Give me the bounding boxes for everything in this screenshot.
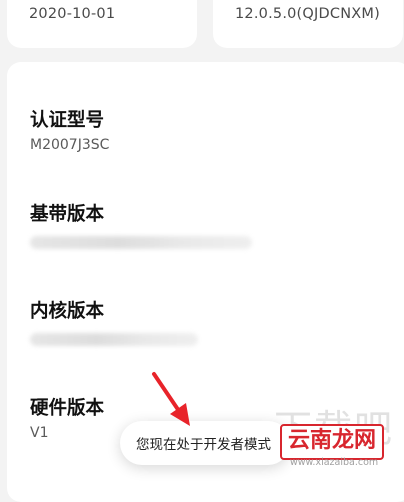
watermark: 下载吧 云南龙网 www.xiazaiba.com [272,400,404,469]
model-value: M2007J3SC [30,137,110,153]
baseband-value-blurred [30,236,252,249]
hardware-value: V1 [30,425,49,441]
baseband-label: 基带版本 [30,204,105,225]
developer-mode-toast: 您现在处于开发者模式 [120,421,290,465]
baseband-item[interactable]: 基带版本 [30,203,252,249]
watermark-url: www.xiazaiba.com [290,457,379,468]
kernel-value-blurred [30,333,198,346]
watermark-badge: 云南龙网 [280,424,385,460]
date-value: 2020-10-01 [29,6,116,22]
version-card: 12.0.5.0(QJDCNXM) [213,0,403,48]
version-value: 12.0.5.0(QJDCNXM) [235,6,380,22]
red-arrow-icon [152,372,190,426]
model-item[interactable]: 认证型号 M2007J3SC [30,109,109,155]
kernel-label: 内核版本 [30,301,105,322]
model-label: 认证型号 [30,110,105,131]
date-card: 2020-10-01 [7,0,197,48]
hardware-item[interactable]: 硬件版本 V1 [30,397,104,443]
kernel-item[interactable]: 内核版本 [30,300,198,346]
toast-text: 您现在处于开发者模式 [136,437,271,453]
hardware-label: 硬件版本 [30,398,105,419]
